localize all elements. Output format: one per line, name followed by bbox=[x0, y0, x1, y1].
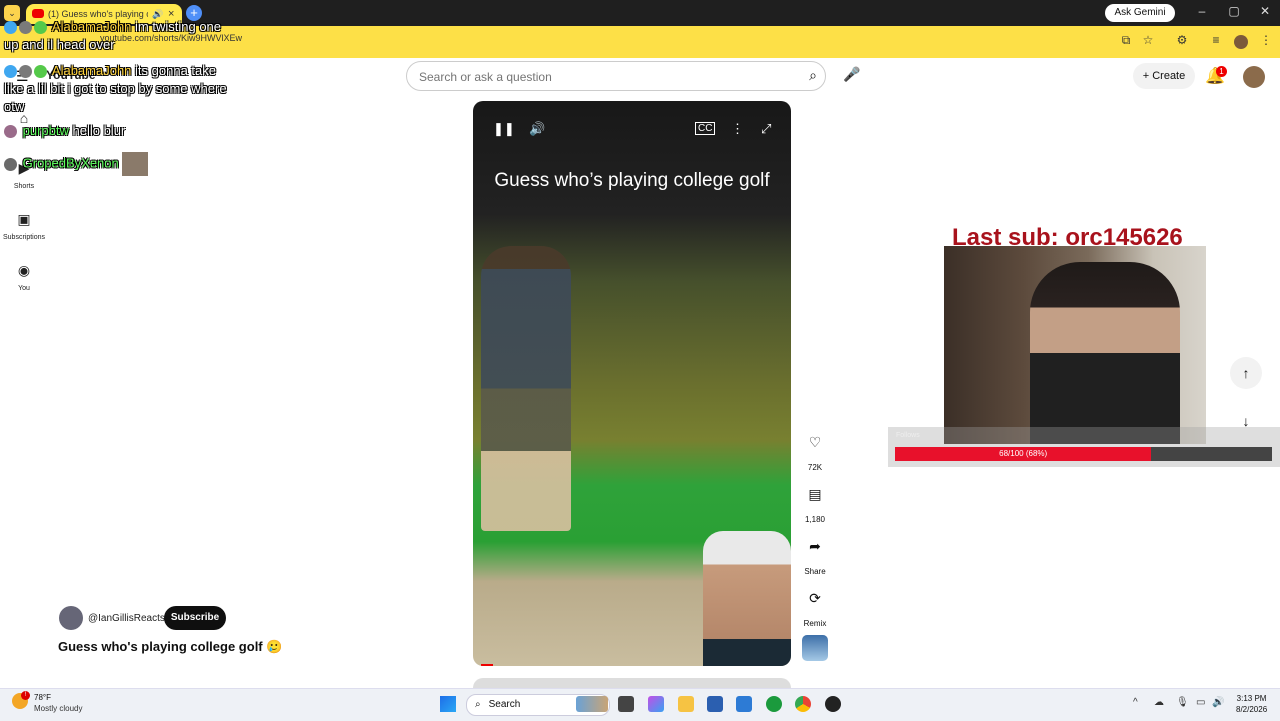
windows-taskbar bbox=[0, 688, 1280, 721]
speaker-icon[interactable]: 🔊 bbox=[1212, 697, 1224, 708]
chat-avatar bbox=[19, 21, 32, 35]
audio-thumbnail[interactable] bbox=[802, 635, 828, 661]
network-icon[interactable]: ☁ bbox=[1154, 697, 1164, 708]
chat-username: AlabamaJohn bbox=[51, 19, 132, 34]
taskbar-clock[interactable]: 3:13 PM 8/2/2026 bbox=[1236, 693, 1267, 715]
captions-icon[interactable]: CC bbox=[695, 122, 716, 135]
store-icon[interactable] bbox=[707, 696, 723, 712]
obs-icon[interactable] bbox=[825, 696, 841, 712]
arrow-down-icon: ↓ bbox=[1242, 413, 1250, 429]
windows-start-icon[interactable] bbox=[440, 696, 456, 712]
chat-message: purpbtw hello blur bbox=[4, 122, 125, 140]
chat-username: purpbtw bbox=[22, 123, 69, 138]
chat-badge-icon bbox=[4, 65, 17, 79]
previous-short-button[interactable]: ↑ bbox=[1230, 357, 1262, 389]
chat-message: AlabamaJohn its gonna take like a lil bi… bbox=[4, 62, 227, 116]
outlook-icon[interactable] bbox=[736, 696, 752, 712]
follows-goal-label: Follows bbox=[896, 432, 920, 439]
shorts-video-player[interactable]: Guess who’s playing college golf ❚❚ 🔊 CC… bbox=[473, 101, 791, 666]
chat-username: AlabamaJohn bbox=[51, 63, 132, 78]
chat-text: like a lil bit i got to stop by some whe… bbox=[4, 81, 227, 96]
display-icon[interactable]: ▭ bbox=[1196, 697, 1205, 708]
follows-goal-track: 68/100 (68%) bbox=[895, 447, 1272, 461]
search-icon[interactable]: ⌕ bbox=[809, 67, 817, 84]
create-label: Create bbox=[1152, 70, 1186, 82]
chat-text: otw bbox=[4, 99, 25, 114]
video-golfer bbox=[481, 246, 571, 531]
chat-emote bbox=[122, 152, 149, 176]
chat-avatar bbox=[19, 65, 32, 79]
chat-text: im twisting one bbox=[135, 19, 222, 34]
youtube-favicon-icon bbox=[32, 9, 44, 18]
voice-search-icon[interactable]: 🎤 bbox=[842, 66, 862, 86]
you-icon: ◉ bbox=[17, 262, 31, 278]
subscribe-button[interactable]: Subscribe bbox=[164, 606, 226, 630]
subscriptions-icon: ▣ bbox=[17, 211, 31, 227]
comment-icon: ▤ bbox=[808, 486, 822, 502]
video-title: Guess who's playing college golf 🥲 bbox=[58, 639, 283, 654]
volume-icon[interactable]: 🔊 bbox=[529, 121, 545, 137]
chat-message: AlabamaJohn im twisting one up and il he… bbox=[4, 18, 221, 54]
copilot-icon[interactable] bbox=[648, 696, 664, 712]
extensions-icon[interactable]: ⚙ bbox=[1174, 33, 1190, 49]
chat-badge-icon bbox=[4, 21, 17, 35]
window-close-icon[interactable]: ✕ bbox=[1255, 4, 1275, 18]
channel-name[interactable]: @IanGillisReacts bbox=[88, 613, 165, 624]
video-overlay-title: Guess who’s playing college golf bbox=[494, 170, 770, 191]
weather-temperature[interactable]: 78°F bbox=[34, 693, 51, 702]
notification-badge: 1 bbox=[1216, 66, 1227, 77]
chat-text: its gonna take bbox=[135, 63, 216, 78]
microphone-icon[interactable]: 🎙 bbox=[1176, 697, 1189, 708]
webcam-person bbox=[1030, 262, 1180, 444]
show-hidden-icons[interactable]: ^ bbox=[1133, 697, 1138, 708]
browser-menu-icon[interactable]: ⋮ bbox=[1258, 33, 1274, 49]
video-reactor-facecam bbox=[703, 531, 791, 666]
comments-button[interactable]: ▤ 1,180 bbox=[800, 479, 830, 524]
video-progress-bar[interactable] bbox=[481, 664, 494, 666]
fullscreen-icon[interactable]: ⤢ bbox=[761, 121, 771, 137]
chat-badge-icon bbox=[34, 65, 47, 79]
search-box[interactable]: ⌕ bbox=[406, 61, 826, 91]
pause-icon[interactable]: ❚❚ bbox=[493, 121, 515, 137]
remix-icon: ⟳ bbox=[809, 590, 821, 606]
search-input[interactable] bbox=[417, 67, 791, 87]
search-highlight-image[interactable] bbox=[576, 696, 608, 712]
channel-avatar[interactable] bbox=[59, 606, 83, 630]
reading-list-icon[interactable]: ≡ bbox=[1208, 33, 1224, 49]
next-short-button[interactable]: ↓ bbox=[1230, 405, 1262, 437]
sidebar-item-you[interactable]: ◉ You bbox=[0, 262, 48, 292]
sidebar-item-subscriptions[interactable]: ▣ Subscriptions bbox=[0, 211, 48, 241]
follows-goal-text: 68/100 (68%) bbox=[999, 449, 1048, 458]
xbox-icon[interactable] bbox=[766, 696, 782, 712]
task-view-icon[interactable] bbox=[618, 696, 634, 712]
bookmark-star-icon[interactable]: ☆ bbox=[1140, 33, 1156, 49]
create-button[interactable]: + Create bbox=[1133, 63, 1195, 89]
arrow-up-icon: ↑ bbox=[1242, 365, 1250, 381]
more-options-icon[interactable]: ⋮ bbox=[731, 121, 744, 137]
chat-avatar bbox=[4, 157, 17, 171]
maximize-icon[interactable]: ▢ bbox=[1224, 4, 1244, 18]
minimize-icon[interactable]: – bbox=[1192, 4, 1212, 18]
remix-button[interactable]: ⟳ Remix bbox=[800, 583, 830, 628]
install-app-icon[interactable]: ⧉ bbox=[1118, 33, 1134, 49]
like-button[interactable]: ♡ 72K bbox=[800, 427, 830, 472]
chat-text: up and il head over bbox=[4, 37, 115, 52]
share-button[interactable]: ➦ Share bbox=[800, 531, 830, 576]
weather-alert-badge: ! bbox=[21, 691, 30, 700]
chat-avatar bbox=[4, 125, 17, 139]
account-avatar[interactable] bbox=[1243, 66, 1265, 88]
chat-text: hello blur bbox=[72, 123, 126, 138]
chrome-icon[interactable] bbox=[795, 696, 811, 712]
search-icon: ⌕ bbox=[475, 699, 481, 710]
weather-condition[interactable]: Mostly cloudy bbox=[34, 704, 82, 713]
chat-message: GropedByXenon bbox=[4, 152, 149, 176]
file-explorer-icon[interactable] bbox=[678, 696, 694, 712]
chat-username: GropedByXenon bbox=[22, 155, 119, 171]
like-icon: ♡ bbox=[808, 434, 822, 450]
chat-badge-icon bbox=[34, 21, 47, 35]
ask-gemini-button[interactable]: Ask Gemini bbox=[1105, 4, 1175, 22]
share-icon: ➦ bbox=[809, 538, 821, 554]
browser-profile-avatar[interactable] bbox=[1234, 35, 1248, 49]
